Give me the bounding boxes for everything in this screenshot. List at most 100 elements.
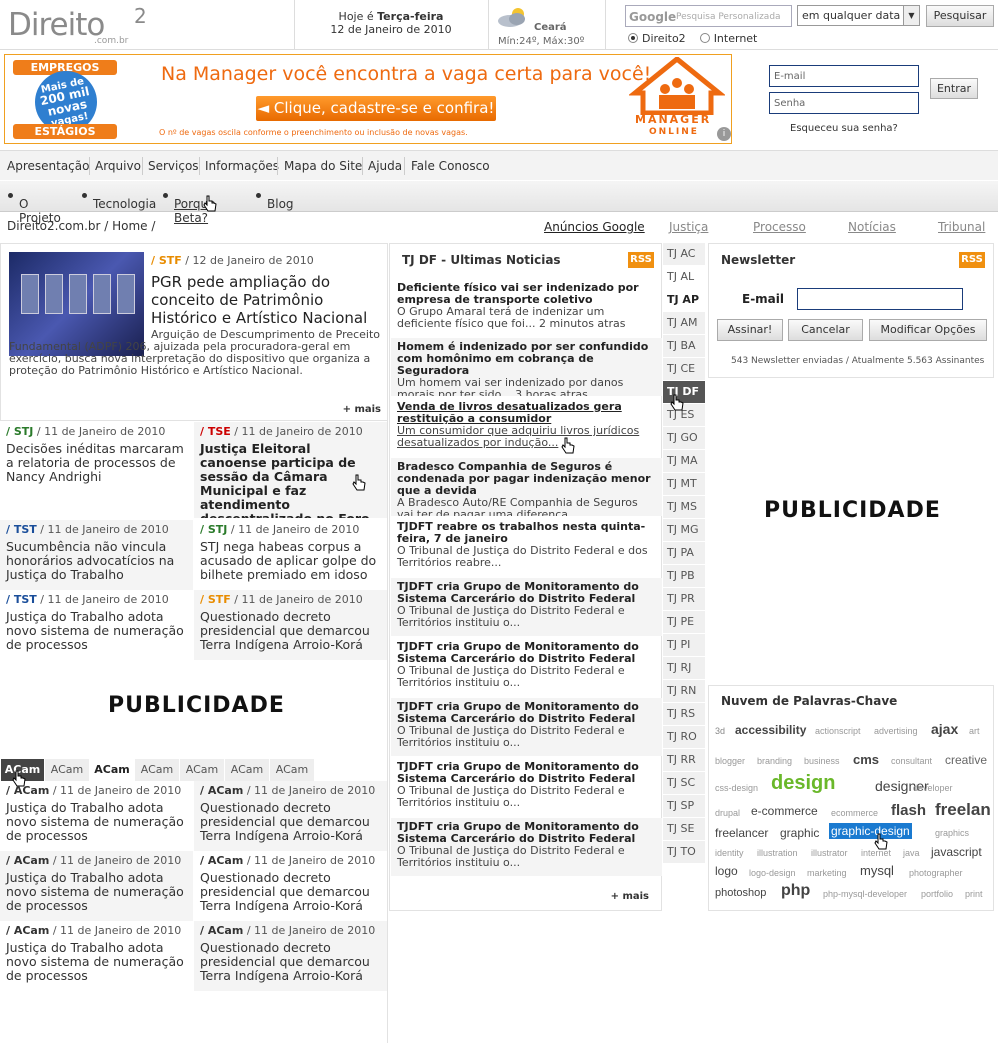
site-logo[interactable]: Direito 2 .com.br	[8, 4, 158, 46]
tjdf-news-item[interactable]: TJDFT cria Grupo de Monitoramento do Sis…	[391, 758, 662, 816]
tag-link[interactable]: php	[781, 882, 810, 900]
tag-link[interactable]: cms	[853, 752, 879, 767]
tag-link-highlighted[interactable]: graphic-design	[829, 823, 912, 839]
tag-link[interactable]: 3d	[715, 726, 725, 736]
tag-link[interactable]: javascript	[931, 845, 982, 859]
search-input[interactable]: Google Pesquisa Personalizada	[625, 5, 792, 27]
radio-direito2[interactable]: Direito2	[628, 32, 686, 45]
tag-link[interactable]: logo	[715, 864, 738, 878]
tag-link[interactable]: java	[903, 848, 920, 858]
link-processo[interactable]: Processo	[753, 220, 806, 234]
link-tribunal[interactable]: Tribunal	[938, 220, 985, 234]
tribunal-tab[interactable]: TJ AC	[663, 243, 705, 265]
tag-link[interactable]: photographer	[909, 868, 963, 878]
link-justica[interactable]: Justiça	[669, 220, 708, 234]
news-cell[interactable]: / STJ / 11 de Janeiro de 2010 STJ nega h…	[194, 520, 387, 590]
subnav-item-projeto[interactable]: O Projeto	[8, 189, 61, 225]
info-icon[interactable]: i	[717, 127, 731, 141]
nav-item-arquivo[interactable]: Arquivo	[95, 159, 141, 173]
tag-link[interactable]: actionscript	[815, 726, 861, 736]
subnav-item-blog[interactable]: Blog	[256, 189, 294, 211]
tab-acam[interactable]: ACam	[135, 759, 179, 781]
nav-item-informacoes[interactable]: Informações	[205, 159, 279, 173]
nav-item-mapa[interactable]: Mapa do Site	[284, 159, 362, 173]
tribunal-tab[interactable]: TJ AP	[663, 289, 705, 311]
tjdf-news-item[interactable]: Homem é indenizado por ser confundido co…	[391, 338, 662, 396]
tribunal-tab[interactable]: TJ SP	[663, 795, 705, 817]
date-scope-select[interactable]: em qualquer data ▼	[797, 5, 920, 26]
login-email-field[interactable]: E-mail	[769, 65, 919, 87]
banner-cta-button[interactable]: ◄ Clique, cadastre-se e confira! ►	[256, 96, 496, 142]
cancel-button[interactable]: Cancelar	[788, 319, 863, 341]
tribunal-tab[interactable]: TJ CE	[663, 358, 705, 380]
tab-acam[interactable]: ACam	[45, 759, 89, 781]
search-button[interactable]: Pesquisar	[926, 5, 994, 27]
tribunal-tab[interactable]: TJ MT	[663, 473, 705, 495]
tjdf-news-item[interactable]: Venda de livros desatualizados gera rest…	[391, 398, 662, 456]
news-cell[interactable]: / STF / 11 de Janeiro de 2010 Questionad…	[194, 590, 387, 660]
tribunal-tab[interactable]: TJ BA	[663, 335, 705, 357]
tag-link[interactable]: photoshop	[715, 887, 766, 899]
tribunal-tab[interactable]: TJ RR	[663, 749, 705, 771]
tag-link[interactable]: design	[771, 772, 835, 795]
featured-article[interactable]: / STF / 12 de Janeiro de 2010 PGR pede a…	[0, 243, 387, 421]
tjdf-news-item[interactable]: TJDFT cria Grupo de Monitoramento do Sis…	[391, 818, 662, 876]
tag-link[interactable]: flash	[891, 802, 926, 819]
tag-link[interactable]: drupal	[715, 808, 740, 818]
nav-item-servicos[interactable]: Serviços	[148, 159, 199, 173]
radio-internet[interactable]: Internet	[699, 32, 757, 45]
tag-link[interactable]: freelan	[935, 800, 991, 820]
modify-options-button[interactable]: Modificar Opções	[869, 319, 987, 341]
tag-link[interactable]: print	[965, 889, 983, 899]
featured-title[interactable]: PGR pede ampliação do conceito de Patrim…	[151, 273, 383, 327]
news-cell[interactable]: / ACam / 11 de Janeiro de 2010 Questiona…	[194, 781, 387, 851]
featured-more-link[interactable]: + mais	[343, 404, 381, 415]
tag-link[interactable]: logo-design	[749, 868, 796, 878]
news-cell[interactable]: / TSE / 11 de Janeiro de 2010 Justiça El…	[194, 422, 387, 518]
tjdf-more-link[interactable]: + mais	[611, 891, 649, 902]
tag-link[interactable]: e-commerce	[751, 804, 818, 818]
tribunal-tab[interactable]: TJ MG	[663, 519, 705, 541]
news-cell[interactable]: / ACam / 11 de Janeiro de 2010 Questiona…	[194, 851, 387, 921]
newsletter-email-field[interactable]	[797, 288, 963, 310]
tag-link[interactable]: accessibility	[735, 723, 806, 737]
tribunal-tab[interactable]: TJ SE	[663, 818, 705, 840]
nav-item-ajuda[interactable]: Ajuda	[368, 159, 402, 173]
tribunal-tab[interactable]: TJ GO	[663, 427, 705, 449]
tribunal-tab[interactable]: TJ PR	[663, 588, 705, 610]
tab-acam[interactable]: ACam	[270, 759, 314, 781]
tag-link[interactable]: identity	[715, 848, 744, 858]
login-button[interactable]: Entrar	[930, 78, 978, 99]
tjdf-news-item[interactable]: TJDFT cria Grupo de Monitoramento do Sis…	[391, 578, 662, 636]
link-noticias[interactable]: Notícias	[848, 220, 896, 234]
tag-link[interactable]: graphic	[780, 826, 819, 840]
tag-link[interactable]: illustrator	[811, 848, 848, 858]
tribunal-tab[interactable]: TJ PE	[663, 611, 705, 633]
tag-link[interactable]: consultant	[891, 756, 932, 766]
tribunal-tab[interactable]: TJ AM	[663, 312, 705, 334]
tag-link[interactable]: advertising	[874, 726, 918, 736]
forgot-password-link[interactable]: Esqueceu sua senha?	[790, 123, 898, 134]
ad-banner[interactable]: EMPREGOS Mais de 200 mil novas vagas! ES…	[4, 54, 732, 144]
tribunal-tab[interactable]: TJ MS	[663, 496, 705, 518]
subnav-item-porque-beta[interactable]: Porque Beta?	[163, 189, 215, 225]
tjdf-news-item[interactable]: TJDFT cria Grupo de Monitoramento do Sis…	[391, 638, 662, 696]
news-cell[interactable]: / ACam / 11 de Janeiro de 2010 Justiça d…	[0, 781, 193, 851]
tribunal-tab[interactable]: TJ AL	[663, 266, 705, 288]
tjdf-news-item[interactable]: TJDFT cria Grupo de Monitoramento do Sis…	[391, 698, 662, 756]
tag-link[interactable]: graphics	[935, 828, 969, 838]
news-cell[interactable]: / ACam / 11 de Janeiro de 2010 Justiça d…	[0, 851, 193, 921]
tag-link[interactable]: mysql	[860, 863, 894, 878]
nav-item-apresentacao[interactable]: Apresentação	[7, 159, 89, 173]
tribunal-tab[interactable]: TJ RN	[663, 680, 705, 702]
tjdf-news-item[interactable]: Bradesco Companhia de Seguros é condenad…	[391, 458, 662, 516]
tribunal-tab[interactable]: TJ SC	[663, 772, 705, 794]
tag-link[interactable]: portfolio	[921, 889, 953, 899]
tribunal-tab[interactable]: TJ PB	[663, 565, 705, 587]
login-password-field[interactable]: Senha	[769, 92, 919, 114]
tribunal-tab[interactable]: TJ RS	[663, 703, 705, 725]
tag-link[interactable]: marketing	[807, 868, 847, 878]
tjdf-news-item[interactable]: Deficiente físico vai ser indenizado por…	[391, 279, 662, 337]
tag-link[interactable]: ecommerce	[831, 808, 878, 818]
tag-link[interactable]: blogger	[715, 756, 745, 766]
